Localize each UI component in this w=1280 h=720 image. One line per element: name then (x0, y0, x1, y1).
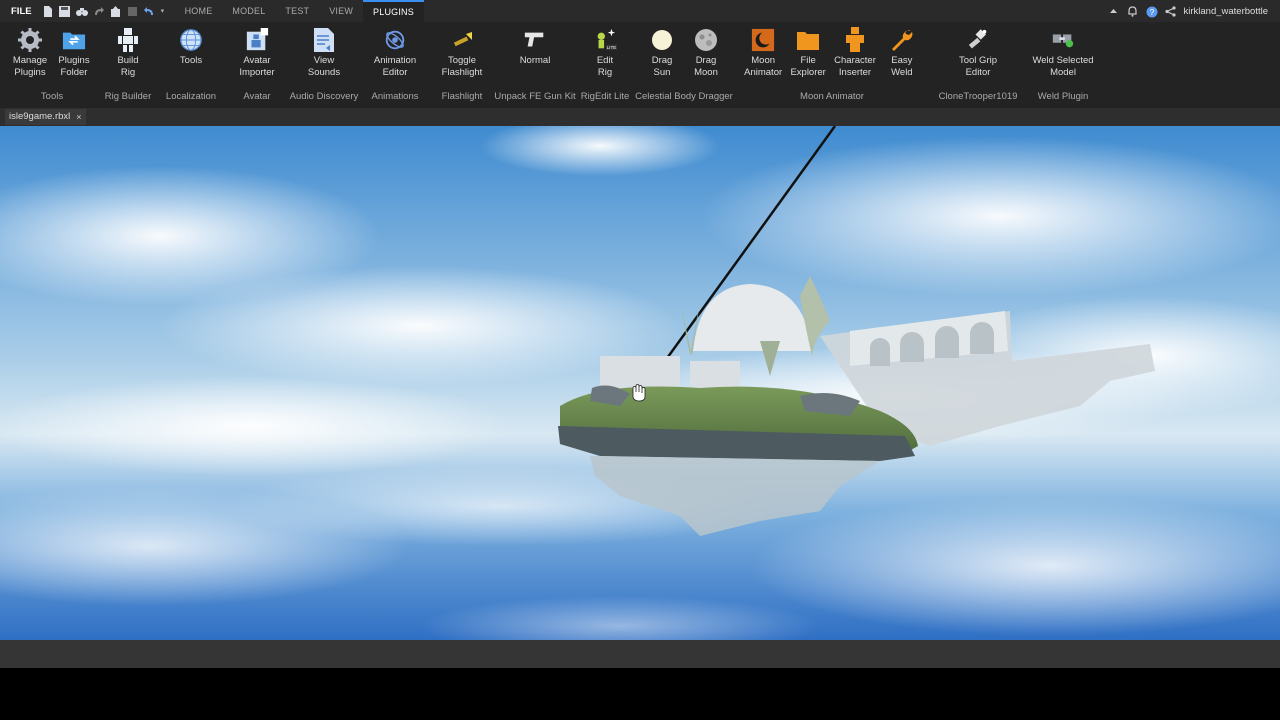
sound-document-icon (312, 28, 336, 52)
tab-test[interactable]: TEST (275, 0, 319, 22)
easy-weld-button[interactable]: Easy Weld (880, 22, 924, 88)
gun-kit-normal-button[interactable]: Normal (513, 22, 557, 88)
globe-icon (179, 28, 203, 52)
ribbon-group-audio-discovery: View Sounds Audio Discovery (288, 22, 360, 108)
sun-icon (650, 28, 674, 52)
ribbon-group-rigedit-lite: LITE Edit Rig RigEdit Lite (576, 22, 634, 108)
view-sounds-button[interactable]: View Sounds (302, 22, 346, 88)
stop-icon[interactable] (127, 6, 138, 17)
group-label-clonetrooper1019: CloneTrooper1019 (938, 91, 1018, 102)
weld-selected-model-button[interactable]: Weld Selected Model (1028, 22, 1097, 88)
ribbon-group-avatar: Avatar Importer Avatar (226, 22, 288, 108)
character-inserter-button[interactable]: Character Inserter (830, 22, 880, 88)
share-icon[interactable] (1164, 5, 1176, 17)
animation-editor-button[interactable]: Animation Editor (370, 22, 420, 88)
ribbon-group-weld-plugin: Weld Selected Model Weld Plugin (1026, 22, 1100, 108)
group-label-flashlight: Flashlight (441, 91, 483, 102)
plugins-folder-button[interactable]: Plugins Folder (52, 22, 96, 88)
document-tab-title: isle9game.rbxl (9, 111, 71, 122)
bell-icon[interactable] (1127, 5, 1138, 17)
ribbon-group-rig-builder: Build Rig Rig Builder (100, 22, 156, 108)
undo-icon[interactable] (143, 6, 155, 17)
tab-view[interactable]: VIEW (319, 0, 363, 22)
new-file-icon[interactable] (42, 5, 53, 17)
ribbon-group-localization: Tools Localization (156, 22, 226, 108)
group-label-localization: Localization (165, 91, 217, 102)
tab-model[interactable]: MODEL (222, 0, 275, 22)
group-label-weld-plugin: Weld Plugin (1037, 91, 1089, 102)
moon-animator-icon (751, 28, 775, 52)
ribbon-group-moon-animator: Moon Animator File Explorer Character In… (734, 22, 930, 108)
quick-access-toolbar: ▾ (42, 5, 167, 17)
top-right-controls: ? kirkland_waterbottle (1108, 0, 1269, 22)
studio-window: FILE ▾ HOME MODEL TEST VIEW PLUGINS ? ki… (0, 0, 1280, 668)
group-label-animations: Animations (371, 91, 419, 102)
animation-editor-icon (383, 28, 407, 52)
gear-icon (18, 28, 42, 52)
weld-model-icon (1051, 28, 1075, 52)
ribbon-tabs: HOME MODEL TEST VIEW PLUGINS (175, 0, 424, 22)
moon-animator-button[interactable]: Moon Animator (740, 22, 786, 88)
group-label-unpack-fe-gun-kit: Unpack FE Gun Kit (494, 91, 576, 102)
document-tab[interactable]: isle9game.rbxl × (5, 109, 86, 125)
drag-sun-button[interactable]: Drag Sun (640, 22, 684, 88)
file-explorer-button[interactable]: File Explorer (786, 22, 830, 88)
svg-text:LITE: LITE (607, 45, 617, 50)
avatar-importer-button[interactable]: Avatar Importer (235, 22, 279, 88)
username-label[interactable]: kirkland_waterbottle (1184, 6, 1269, 17)
group-label-tools: Tools (40, 91, 64, 102)
flashlight-icon (450, 28, 474, 52)
group-label-celestial-body-dragger: Celestial Body Dragger (635, 91, 733, 102)
tab-home[interactable]: HOME (175, 0, 223, 22)
help-icon[interactable]: ? (1146, 6, 1157, 17)
ribbon-group-flashlight: Toggle Flashlight Flashlight (430, 22, 494, 108)
ribbon-group-celestial-body-dragger: Drag Sun Drag Moon Celestial Body Dragge… (634, 22, 734, 108)
group-label-audio-discovery: Audio Discovery (289, 91, 359, 102)
drag-moon-button[interactable]: Drag Moon (684, 22, 728, 88)
folder-icon (62, 28, 86, 52)
ribbon-group-tools: Manage Plugins Plugins Folder Tools (4, 22, 100, 108)
file-explorer-icon (796, 28, 820, 52)
moon-icon (694, 28, 718, 52)
ribbon-group-unpack-fe-gun-kit: Normal Unpack FE Gun Kit (494, 22, 576, 108)
save-icon[interactable] (58, 5, 70, 17)
localization-tools-button[interactable]: Tools (169, 22, 213, 88)
menu-bar: FILE ▾ HOME MODEL TEST VIEW PLUGINS ? ki… (0, 0, 1280, 22)
toggle-flashlight-button[interactable]: Toggle Flashlight (438, 22, 487, 88)
edit-rig-icon: LITE (593, 28, 617, 52)
group-label-rig-builder: Rig Builder (104, 91, 152, 102)
character-inserter-icon (843, 27, 867, 52)
rig-figure-icon (116, 28, 140, 52)
svg-text:?: ? (1149, 8, 1154, 17)
group-label-moon-animator: Moon Animator (800, 91, 864, 102)
edit-rig-button[interactable]: LITE Edit Rig (583, 22, 627, 88)
tool-grip-editor-button[interactable]: Tool Grip Editor (955, 22, 1001, 88)
close-icon[interactable]: × (76, 109, 81, 125)
group-label-rigedit-lite: RigEdit Lite (580, 91, 630, 102)
redo-arrow-icon[interactable] (93, 6, 104, 17)
group-label-avatar: Avatar (243, 91, 271, 102)
tab-plugins[interactable]: PLUGINS (363, 0, 424, 22)
publish-icon[interactable] (110, 5, 121, 17)
file-menu-button[interactable]: FILE (0, 6, 42, 17)
status-bar (0, 640, 1280, 668)
chevron-up-icon[interactable] (1108, 6, 1119, 17)
wrench-icon (890, 28, 914, 52)
manage-plugins-button[interactable]: Manage Plugins (8, 22, 52, 88)
chevron-down-icon[interactable]: ▾ (161, 6, 167, 17)
scene-render (0, 126, 1280, 640)
ribbon-group-clonetrooper1019: Tool Grip Editor CloneTrooper1019 (930, 22, 1026, 108)
document-tab-bar: isle9game.rbxl × (0, 108, 1280, 126)
gun-icon (523, 28, 547, 52)
plugins-ribbon: Manage Plugins Plugins Folder Tools Buil… (0, 22, 1280, 108)
tool-grip-icon (966, 28, 990, 52)
avatar-importer-icon (245, 28, 269, 52)
3d-viewport[interactable] (0, 126, 1280, 640)
build-rig-button[interactable]: Build Rig (106, 22, 150, 88)
ribbon-group-animations: Animation Editor Animations (360, 22, 430, 108)
binoculars-icon[interactable] (75, 6, 88, 17)
